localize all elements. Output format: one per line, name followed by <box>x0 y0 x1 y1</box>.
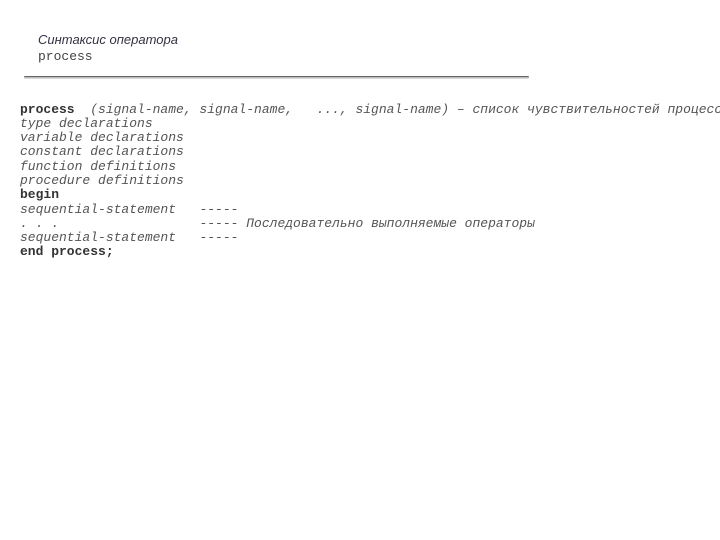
decl-variable: variable declarations <box>20 130 184 145</box>
def-function: function definitions <box>20 159 176 174</box>
sensitivity-list: (signal-name, signal-name, ..., signal-n… <box>75 102 720 117</box>
divider-rule <box>24 76 529 79</box>
dash-1: ----- <box>199 202 238 217</box>
title-block: Синтаксис оператора process <box>38 32 696 66</box>
def-procedure: procedure definitions <box>20 173 184 188</box>
code-block: process (signal-name, signal-name, ..., … <box>20 103 696 260</box>
seq-stmt-1: sequential-statement <box>20 202 199 217</box>
kw-begin: begin <box>20 187 59 202</box>
title-line-2: process <box>38 49 696 65</box>
decl-type: type declarations <box>20 116 153 131</box>
kw-process: process <box>20 102 75 117</box>
seq-stmt-2: sequential-statement <box>20 230 199 245</box>
seq-ellipsis: . . . <box>20 216 199 231</box>
dash-2: ----- <box>199 230 238 245</box>
kw-end-process: end process; <box>20 244 114 259</box>
seq-comment: ----- Последовательно выполняемые операт… <box>199 216 534 231</box>
decl-constant: constant declarations <box>20 144 184 159</box>
slide: Синтаксис оператора process process (sig… <box>0 0 720 272</box>
title-line-1: Синтаксис оператора <box>38 32 696 48</box>
